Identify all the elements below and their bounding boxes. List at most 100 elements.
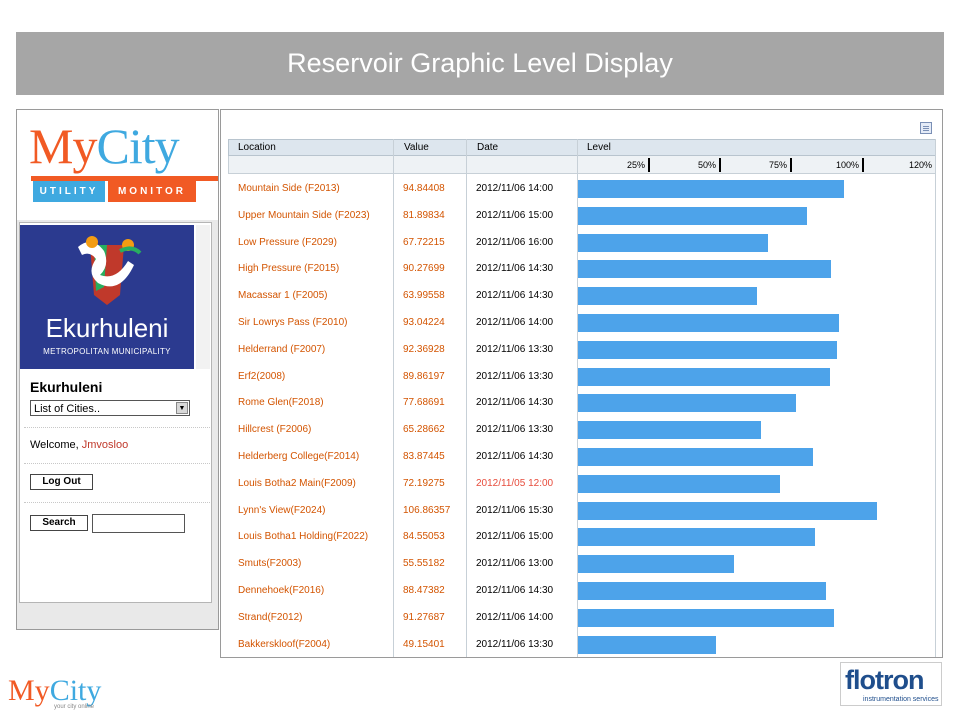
header-date[interactable]: Date bbox=[468, 140, 578, 155]
ekurhuleni-logo: Ekurhuleni METROPOLITAN MUNICIPALITY bbox=[20, 225, 194, 369]
level-bar bbox=[578, 287, 757, 306]
row-date: 2012/11/06 16:00 bbox=[476, 236, 554, 248]
row-value: 67.72215 bbox=[403, 236, 445, 248]
column-divider bbox=[393, 139, 394, 657]
row-date: 2012/11/06 14:30 bbox=[476, 263, 554, 275]
logo-scrollbar[interactable] bbox=[196, 225, 210, 369]
row-value: 65.28662 bbox=[403, 424, 445, 436]
row-location[interactable]: Mountain Side (F2013) bbox=[238, 183, 340, 194]
level-scale-tick bbox=[862, 158, 864, 172]
page-title: Reservoir Graphic Level Display bbox=[287, 48, 673, 78]
row-date: 2012/11/06 14:00 bbox=[476, 611, 554, 623]
row-location[interactable]: Dennehoek(F2016) bbox=[238, 585, 324, 596]
row-value: 90.27699 bbox=[403, 263, 445, 275]
logo-my: My bbox=[29, 118, 97, 174]
row-location[interactable]: Sir Lowrys Pass (F2010) bbox=[238, 317, 347, 328]
row-date: 2012/11/06 13:30 bbox=[476, 638, 554, 650]
row-date: 2012/11/06 13:30 bbox=[476, 370, 554, 382]
table-header: Location Value Date Level bbox=[228, 139, 936, 156]
level-scale-row bbox=[228, 156, 936, 174]
row-value: 77.68691 bbox=[403, 397, 445, 409]
row-value: 72.19275 bbox=[403, 477, 445, 489]
row-location[interactable]: Upper Mountain Side (F2023) bbox=[238, 210, 370, 221]
sidebar: MyCity UTILITY MONITOR Ekurhuleni METROP… bbox=[16, 109, 219, 630]
row-location[interactable]: High Pressure (F2015) bbox=[238, 263, 339, 274]
row-value: 49.15401 bbox=[403, 638, 445, 650]
row-date: 2012/11/06 14:30 bbox=[476, 290, 554, 302]
level-scale-tick-label: 100% bbox=[835, 160, 859, 170]
row-location[interactable]: Hillcrest (F2006) bbox=[238, 424, 311, 435]
level-scale-tick-label: 50% bbox=[697, 160, 716, 170]
level-bar bbox=[578, 501, 877, 520]
row-date: 2012/11/06 14:00 bbox=[476, 183, 554, 194]
utility-tag: UTILITY bbox=[33, 181, 105, 202]
level-bar bbox=[578, 448, 813, 466]
row-value: 55.55182 bbox=[403, 558, 445, 570]
city-heading: Ekurhuleni bbox=[30, 379, 103, 395]
row-value: 89.86197 bbox=[403, 370, 445, 382]
header-value[interactable]: Value bbox=[395, 140, 468, 155]
row-location[interactable]: Louis Botha1 Holding(F2022) bbox=[238, 531, 368, 542]
row-location[interactable]: Erf2(2008) bbox=[238, 371, 285, 382]
row-value: 81.89834 bbox=[403, 209, 445, 221]
row-value: 93.04224 bbox=[403, 317, 445, 328]
row-value: 94.84408 bbox=[403, 183, 445, 194]
row-value: 88.47382 bbox=[403, 585, 445, 596]
row-location[interactable]: Louis Botha2 Main(F2009) bbox=[238, 478, 356, 489]
row-location[interactable]: Low Pressure (F2029) bbox=[238, 237, 337, 248]
header-level[interactable]: Level bbox=[578, 140, 935, 155]
level-bar bbox=[578, 608, 834, 627]
level-bar bbox=[578, 367, 830, 386]
row-location[interactable]: Strand(F2012) bbox=[238, 612, 302, 623]
level-bar bbox=[578, 340, 837, 359]
logout-button[interactable]: Log Out bbox=[30, 474, 93, 490]
row-date: 2012/11/06 14:30 bbox=[476, 451, 554, 462]
divider bbox=[24, 502, 210, 503]
flotron-subtitle: instrumentation services bbox=[863, 696, 939, 703]
city-select-value: List of Cities.. bbox=[34, 403, 101, 415]
column-divider bbox=[935, 139, 936, 657]
municipality-name: Ekurhuleni bbox=[45, 313, 169, 343]
city-select[interactable]: List of Cities.. ▼ bbox=[30, 400, 190, 416]
row-date: 2012/11/06 14:30 bbox=[476, 397, 554, 409]
footer-logo-my: My bbox=[8, 674, 50, 707]
row-location[interactable]: Rome Glen(F2018) bbox=[238, 397, 324, 408]
level-scale-tick-label: 25% bbox=[626, 160, 645, 170]
search-input[interactable] bbox=[92, 514, 185, 533]
row-location[interactable]: Macassar 1 (F2005) bbox=[238, 290, 327, 301]
row-location[interactable]: Helderberg College(F2014) bbox=[238, 451, 359, 462]
username: Jmvosloo bbox=[81, 439, 129, 451]
welcome-message: Welcome, Jmvosloo bbox=[30, 439, 128, 451]
level-bar bbox=[578, 314, 839, 332]
row-location[interactable]: Lynn's View(F2024) bbox=[238, 505, 326, 516]
level-bar bbox=[578, 180, 844, 198]
level-scale-tick bbox=[719, 158, 721, 172]
row-value: 91.27687 bbox=[403, 611, 445, 623]
row-value: 92.36928 bbox=[403, 343, 445, 355]
row-date: 2012/11/06 13:30 bbox=[476, 343, 554, 355]
chevron-down-icon[interactable]: ▼ bbox=[176, 402, 188, 414]
row-value: 83.87445 bbox=[403, 451, 445, 462]
logo-city: City bbox=[96, 118, 179, 174]
row-date: 2012/11/06 15:00 bbox=[476, 531, 554, 543]
row-date: 2012/11/05 12:00 bbox=[476, 477, 554, 489]
footer-mycity-logo: MyCity your city online bbox=[8, 674, 101, 710]
level-bar bbox=[578, 582, 826, 600]
level-bar bbox=[578, 528, 815, 547]
row-date: 2012/11/06 14:00 bbox=[476, 317, 554, 328]
divider bbox=[24, 427, 210, 428]
search-button[interactable]: Search bbox=[30, 515, 88, 531]
welcome-label: Welcome, bbox=[30, 439, 79, 451]
mycity-logo: MyCity UTILITY MONITOR bbox=[17, 110, 218, 220]
row-location[interactable]: Bakkerskloof(F2004) bbox=[238, 639, 330, 650]
row-date: 2012/11/06 14:30 bbox=[476, 585, 554, 596]
header-location[interactable]: Location bbox=[229, 140, 395, 155]
mycity-logo-text: MyCity bbox=[29, 116, 180, 176]
row-location[interactable]: Helderrand (F2007) bbox=[238, 344, 325, 355]
level-bar bbox=[578, 206, 807, 225]
column-divider bbox=[466, 139, 467, 657]
row-location[interactable]: Smuts(F2003) bbox=[238, 558, 301, 569]
flotron-logo-text: flotron bbox=[845, 665, 924, 695]
level-bar bbox=[578, 555, 734, 574]
list-icon[interactable] bbox=[920, 122, 932, 134]
